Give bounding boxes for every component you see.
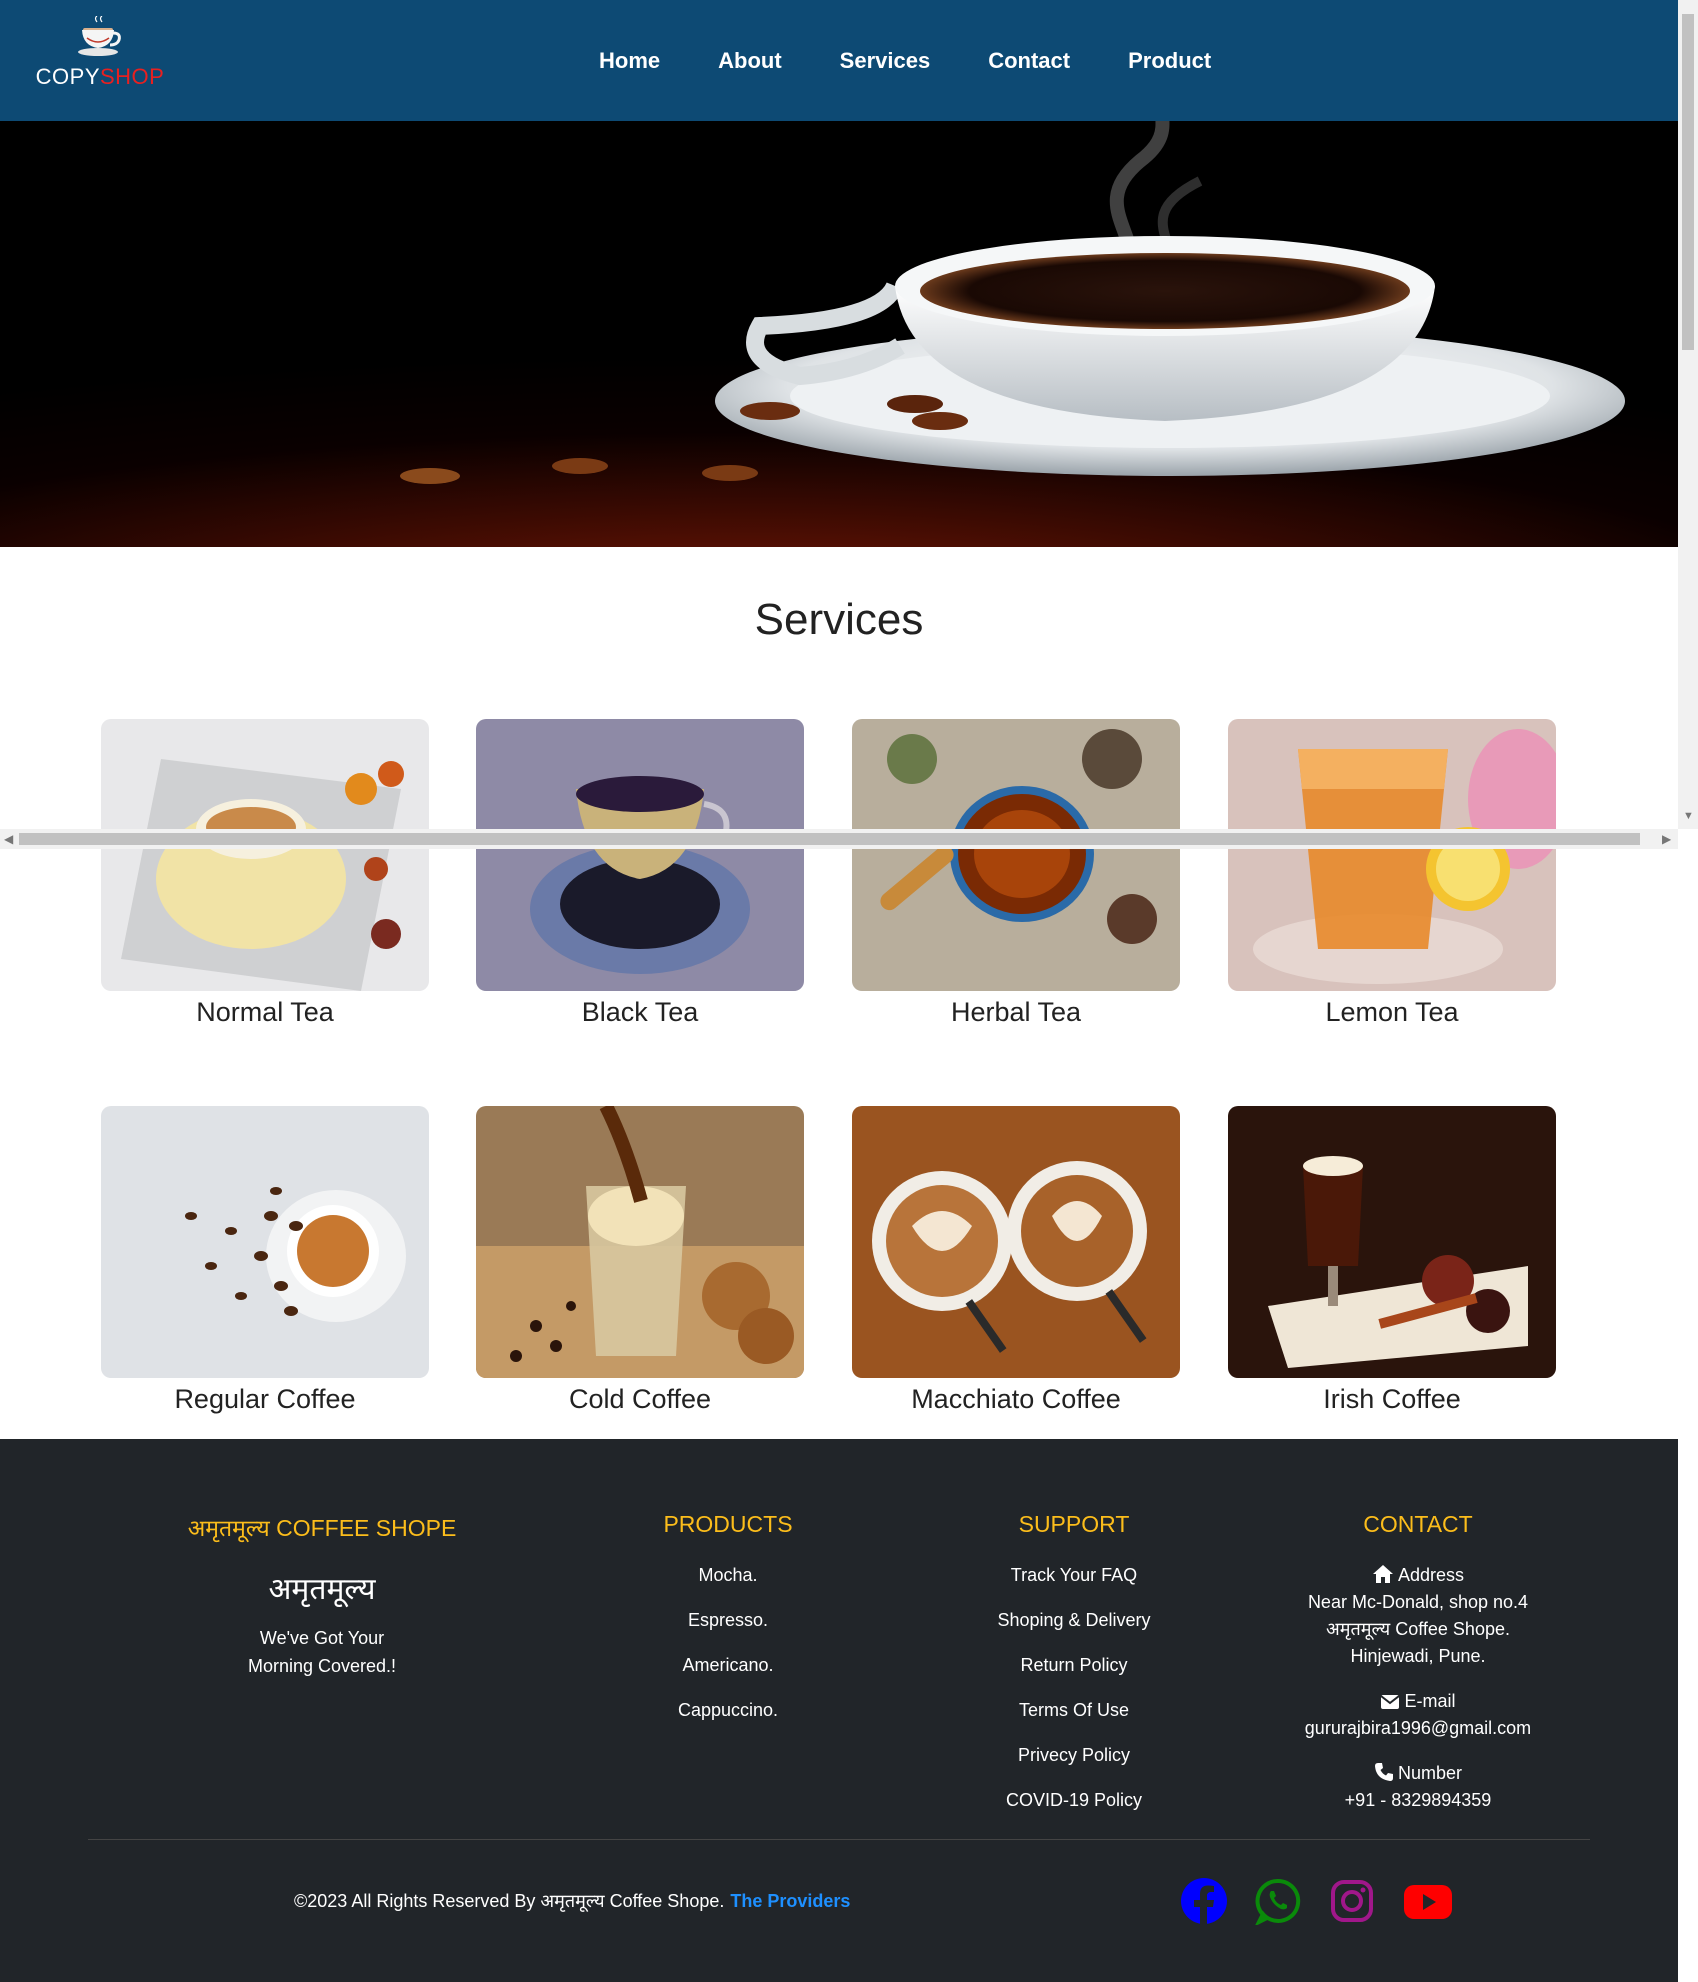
providers-link[interactable]: The Providers: [730, 1891, 850, 1911]
footer-support-link[interactable]: Track Your FAQ: [944, 1562, 1204, 1589]
service-card-regular-coffee[interactable]: Regular Coffee: [101, 1106, 429, 1415]
services-title: Services: [754, 595, 924, 644]
footer-product-link[interactable]: Espresso.: [608, 1607, 848, 1634]
service-label: Black Tea: [581, 997, 699, 1027]
footer-support-link[interactable]: Shoping & Delivery: [944, 1607, 1204, 1634]
navbar: COPYSHOP Home About Services Contact Pro…: [0, 0, 1678, 121]
contact-address: Address Near Mc-Donald, shop no.4 अमृतमू…: [1270, 1562, 1566, 1670]
footer-products-heading: PRODUCTS: [663, 1511, 793, 1537]
lemon-tea-image: [1228, 719, 1556, 991]
irish-coffee-image: [1228, 1106, 1556, 1378]
scroll-right-arrow-icon[interactable]: ▶: [1662, 832, 1671, 846]
footer-brand-heading: अमृतमूल्य COFFEE SHOPE: [187, 1515, 457, 1541]
service-label: Herbal Tea: [950, 997, 1082, 1027]
service-card-cold-coffee[interactable]: Cold Coffee: [476, 1106, 804, 1415]
youtube-icon[interactable]: [1402, 1877, 1454, 1925]
footer-product-link[interactable]: Cappuccino.: [608, 1697, 848, 1724]
footer-tagline-line-2: Morning Covered.!: [247, 1656, 397, 1676]
footer-brand-name: अमृतमूल्य: [268, 1573, 376, 1606]
nav-link-contact[interactable]: Contact: [959, 48, 1099, 74]
scroll-down-arrow-icon[interactable]: ▼: [1683, 810, 1694, 822]
service-card-herbal-tea[interactable]: Herbal Tea: [852, 719, 1180, 1028]
footer-support-column: SUPPORT Track Your FAQ Shoping & Deliver…: [944, 1511, 1204, 1832]
address-line-1: Near Mc-Donald, shop no.4: [1307, 1592, 1529, 1612]
logo-text: COPYSHOP: [30, 64, 170, 90]
address-line-2: अमृतमूल्य Coffee Shope.: [1326, 1619, 1510, 1639]
footer-support-link[interactable]: Terms Of Use: [944, 1697, 1204, 1724]
scroll-left-arrow-icon[interactable]: ◀: [4, 832, 13, 846]
footer-product-link[interactable]: Americano.: [608, 1652, 848, 1679]
service-label: Cold Coffee: [568, 1384, 712, 1414]
footer-product-link[interactable]: Mocha.: [608, 1562, 848, 1589]
service-card-normal-tea[interactable]: Normal Tea: [101, 719, 429, 1028]
service-label: Irish Coffee: [1323, 1384, 1461, 1414]
contact-phone: Number +91 - 8329894359: [1270, 1760, 1566, 1814]
footer-products-column: PRODUCTS Mocha. Espresso. Americano. Cap…: [608, 1511, 848, 1742]
address-label: Address: [1397, 1565, 1465, 1585]
phone-label: Number: [1397, 1763, 1463, 1783]
home-icon: [1372, 1565, 1393, 1583]
service-label: Macchiato Coffee: [911, 1384, 1121, 1414]
service-label: Regular Coffee: [174, 1384, 356, 1414]
nav-link-product[interactable]: Product: [1099, 48, 1240, 74]
footer-contact-column: CONTACT Address Near Mc-Donald, shop no.…: [1270, 1511, 1566, 1832]
herbal-tea-image: [852, 719, 1180, 991]
logo-text-primary: COPY: [35, 64, 100, 89]
site-footer: अमृतमूल्य COFFEE SHOPE अमृतमूल्य We've G…: [0, 1439, 1678, 1982]
black-tea-image: [476, 719, 804, 991]
copyright-statement: ©2023 All Rights Reserved By अमृतमूल्य C…: [294, 1891, 725, 1911]
footer-support-link[interactable]: Return Policy: [944, 1652, 1204, 1679]
page: COPYSHOP Home About Services Contact Pro…: [0, 0, 1678, 1982]
vertical-scrollbar[interactable]: ▼: [1678, 0, 1698, 829]
footer-support-link[interactable]: COVID-19 Policy: [944, 1787, 1204, 1814]
facebook-icon[interactable]: [1180, 1877, 1228, 1925]
contact-email: E-mail gururajbira1996@gmail.com: [1270, 1688, 1566, 1742]
service-card-irish-coffee[interactable]: Irish Coffee: [1228, 1106, 1556, 1415]
normal-tea-image: [101, 719, 429, 991]
phone-icon: [1374, 1763, 1393, 1781]
footer-support-link[interactable]: Privecy Policy: [944, 1742, 1204, 1769]
address-line-3: Hinjewadi, Pune.: [1350, 1646, 1486, 1666]
phone-number-link[interactable]: +91 - 8329894359: [1270, 1787, 1566, 1814]
footer-brand-column: अमृतमूल्य COFFEE SHOPE अमृतमूल्य We've G…: [160, 1511, 484, 1680]
nav-link-services[interactable]: Services: [811, 48, 960, 74]
email-address-link[interactable]: gururajbira1996@gmail.com: [1270, 1715, 1566, 1742]
nav-links: Home About Services Contact Product: [570, 0, 1240, 121]
hero-banner: [0, 121, 1678, 547]
envelope-icon: [1380, 1695, 1401, 1709]
nav-link-home[interactable]: Home: [570, 48, 689, 74]
hero-coffee-cup-image: [400, 121, 1625, 484]
service-card-black-tea[interactable]: Black Tea: [476, 719, 804, 1028]
logo-text-accent: SHOP: [100, 64, 165, 89]
service-card-lemon-tea[interactable]: Lemon Tea: [1228, 719, 1556, 1028]
service-label: Lemon Tea: [1325, 997, 1459, 1027]
cold-coffee-image: [476, 1106, 804, 1378]
horizontal-scrollbar[interactable]: ◀ ▶: [0, 829, 1678, 849]
nav-link-about[interactable]: About: [689, 48, 811, 74]
instagram-icon[interactable]: [1328, 1877, 1376, 1925]
footer-divider: [88, 1839, 1590, 1840]
vertical-scrollbar-thumb[interactable]: [1682, 14, 1694, 350]
coffee-cup-icon: [78, 16, 121, 56]
footer-support-heading: SUPPORT: [1018, 1511, 1130, 1537]
footer-tagline-line-1: We've Got Your: [259, 1628, 385, 1648]
site-logo[interactable]: COPYSHOP: [30, 16, 170, 106]
horizontal-scrollbar-thumb[interactable]: [19, 833, 1640, 845]
whatsapp-icon[interactable]: [1254, 1877, 1302, 1925]
email-label: E-mail: [1404, 1691, 1456, 1711]
service-card-macchiato-coffee[interactable]: Macchiato Coffee: [852, 1106, 1180, 1415]
service-label: Normal Tea: [196, 997, 334, 1027]
macchiato-coffee-image: [852, 1106, 1180, 1378]
regular-coffee-image: [101, 1106, 429, 1378]
footer-contact-heading: CONTACT: [1363, 1511, 1473, 1537]
copyright-text: ©2023 All Rights Reserved By अमृतमूल्य C…: [294, 1889, 850, 1913]
